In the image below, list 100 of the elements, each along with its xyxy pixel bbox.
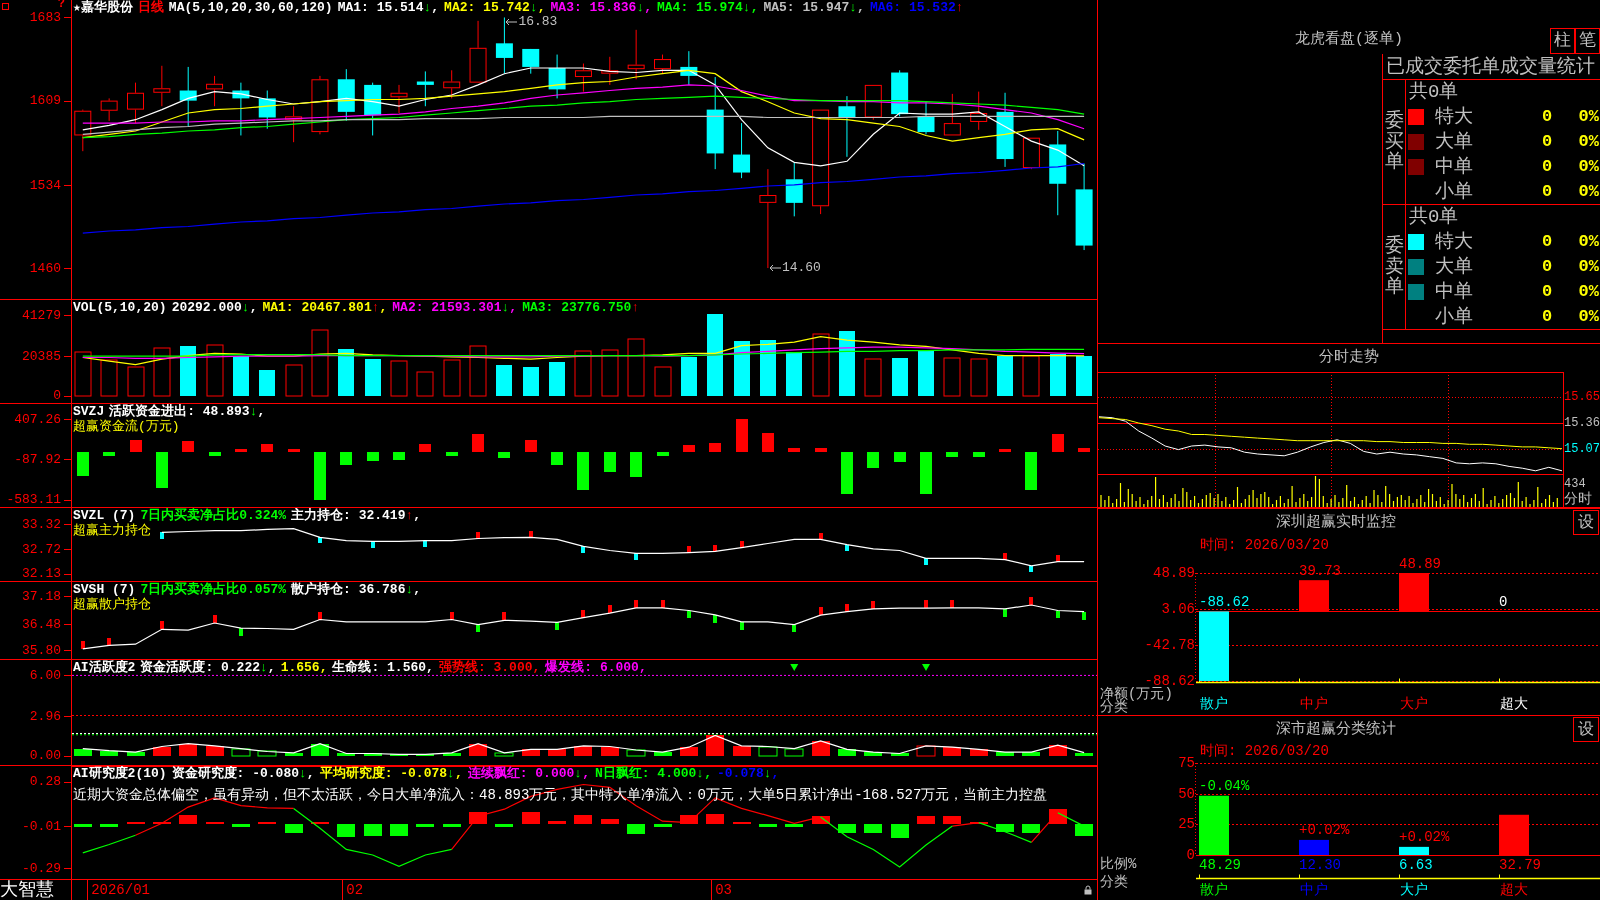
view-toggle-button[interactable]: 笔: [1575, 28, 1600, 54]
change-mark: [924, 558, 928, 565]
research-bar: [179, 815, 197, 824]
axis-label: 15.36: [1564, 416, 1600, 430]
research-bar: [337, 824, 355, 837]
change-mark: [107, 638, 111, 645]
axis-label: -87.92: [14, 453, 61, 468]
signal-triangle-marker: [922, 663, 930, 671]
candlestick: [970, 91, 988, 131]
research-bar: [996, 824, 1014, 832]
change-mark: [950, 600, 954, 608]
candlestick: [522, 48, 540, 75]
candlestick: [416, 70, 434, 107]
chart-bar: [1199, 611, 1229, 681]
flow-bar: [261, 444, 273, 452]
change-mark: [608, 605, 612, 613]
change-mark: [819, 607, 823, 615]
change-mark: [713, 615, 717, 623]
activity-bar: [654, 752, 672, 756]
flow-bar: [709, 443, 721, 452]
side-label: 委卖单: [1384, 235, 1404, 299]
volume-bar: [1076, 356, 1092, 396]
activity-bar: [626, 749, 646, 757]
change-mark: [81, 641, 85, 649]
indicator-title: 超赢主力持仓: [73, 523, 151, 538]
change-mark: [845, 604, 849, 612]
category-label: 超大: [1500, 697, 1528, 711]
axis-label: 32.13: [22, 567, 61, 582]
axis-title: 分类: [1100, 701, 1128, 714]
activity-bar: [494, 752, 514, 757]
volume-bar: [153, 347, 171, 397]
candlestick: [785, 161, 803, 217]
flow-bar: [577, 452, 589, 490]
volume-bar: [760, 340, 776, 396]
axis-label: 434: [1564, 477, 1586, 491]
change-mark: [1003, 609, 1007, 617]
category-label: 大户: [1400, 883, 1428, 897]
date-label: 03: [715, 882, 732, 898]
change-mark: [661, 600, 665, 608]
change-mark: [318, 537, 322, 543]
candlestick: [74, 109, 92, 152]
flow-bar: [77, 452, 89, 476]
research-bar: [390, 824, 408, 836]
axis-label: -88.62: [1144, 674, 1195, 688]
legend-text: MA4: 15.974↓,: [657, 0, 759, 15]
axis-label: 50: [1178, 786, 1195, 801]
axis-label: 15.65: [1564, 390, 1600, 405]
candlestick: [206, 75, 224, 107]
flow-bar: [551, 452, 563, 465]
legend-text: VOL(5,10,20): [73, 300, 167, 315]
date-label: 02: [346, 882, 364, 898]
candlestick: [838, 95, 856, 158]
panel-title: 深圳超赢实时监控: [1275, 515, 1396, 531]
axis-label: 35.80: [22, 644, 61, 659]
activity-bar: [916, 745, 936, 757]
axis-label: 37.18: [22, 590, 61, 605]
research-bar: [285, 824, 303, 833]
axis-label: 15.07: [1564, 441, 1600, 456]
settings-button[interactable]: 设: [1573, 717, 1599, 742]
legend-text: MA1: 20467.801↑,: [262, 300, 388, 315]
axis-label: 1609: [29, 94, 61, 109]
axis-label: 3.06: [1161, 602, 1195, 616]
legend-text: MA2: 15.742↓,: [444, 0, 546, 15]
legend-text: 散户持仓: 36.786↓,: [291, 582, 422, 597]
panel-title: 龙虎看盘(逐单): [1295, 32, 1403, 48]
settings-button[interactable]: 设: [1573, 510, 1599, 535]
activity-bar: [812, 741, 830, 756]
activity-bar: [838, 749, 856, 756]
research-bar: [495, 824, 513, 827]
candlestick: [680, 50, 698, 86]
legend-text: 20292.000↓,: [171, 300, 258, 315]
axis-label: -0.01: [22, 819, 61, 834]
change-label: +0.02%: [1299, 822, 1350, 837]
change-mark: [871, 601, 875, 609]
view-toggle-button[interactable]: 柱: [1550, 28, 1575, 54]
candlestick: [258, 90, 276, 130]
legend-text: 1.656,: [280, 660, 328, 675]
volume-bar: [997, 356, 1013, 396]
change-mark: [845, 545, 849, 551]
value-label: 32.79: [1499, 858, 1541, 872]
volume-bar: [523, 367, 539, 396]
table-title: 已成交委托单成交量统计: [1386, 55, 1595, 78]
legend-text: 强势线: 3.000,: [438, 660, 541, 675]
volume-bar: [365, 359, 381, 396]
volume-bar: [839, 331, 855, 396]
change-mark: [792, 625, 796, 632]
axis-label: 75: [1178, 756, 1195, 770]
legend-text: SVSH (7): [73, 582, 136, 597]
volume-bar: [654, 366, 672, 397]
research-bar: [548, 821, 566, 824]
change-mark: [819, 533, 823, 539]
research-bar: [654, 824, 672, 827]
activity-bar: [100, 751, 118, 756]
volume-bar: [549, 362, 565, 396]
activity-bar: [257, 750, 277, 757]
candlestick: [495, 17, 513, 75]
axis-title: 比例%: [1100, 858, 1137, 871]
arrow-icon: [505, 18, 518, 26]
legend-text: MA1: 15.514↓,: [337, 0, 440, 15]
research-bar: [706, 814, 724, 824]
